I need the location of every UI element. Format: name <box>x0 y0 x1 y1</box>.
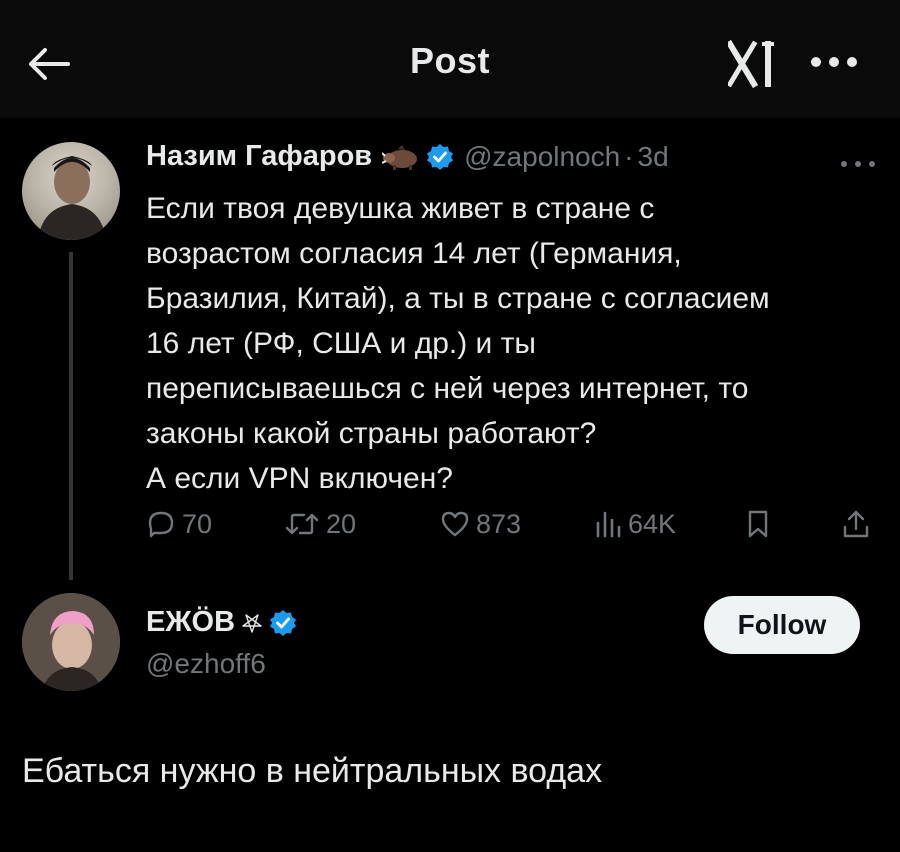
repost-count: 20 <box>326 508 357 539</box>
views-button[interactable]: 64K <box>594 502 676 546</box>
verified-badge-icon <box>427 143 454 170</box>
x-logo-icon[interactable] <box>725 38 786 90</box>
repost-button[interactable]: 20 <box>284 502 356 546</box>
repost-icon <box>285 513 319 535</box>
post-time[interactable]: 3d <box>638 141 669 173</box>
post-text-line: возрастом согласия 14 лет (Германия, <box>146 237 682 270</box>
thread-line <box>69 252 73 580</box>
pentagram-icon <box>242 613 262 633</box>
post-text: Если твоя девушка живет в стране с возра… <box>146 186 876 501</box>
reply-icon <box>148 511 174 538</box>
avatar[interactable] <box>22 142 120 240</box>
reply-button[interactable]: 70 <box>146 502 212 546</box>
author-name[interactable]: Назим Гафаров <box>146 140 372 173</box>
post-text-line: 16 лет (РФ, США и др.) и ты <box>146 327 536 360</box>
more-horizontal-icon <box>811 57 857 67</box>
post-text-line: переписываешься с ней через интернет, то <box>146 372 749 405</box>
avatar[interactable] <box>22 593 120 691</box>
top-bar: Post <box>0 0 900 118</box>
post-text-line: законы какой страны работают? <box>146 417 597 450</box>
share-button[interactable] <box>842 502 876 546</box>
separator-dot: · <box>624 140 634 172</box>
post-text-line: А если VPN включен? <box>146 462 453 495</box>
more-horizontal-icon <box>841 161 875 167</box>
reply-count: 70 <box>182 508 213 539</box>
post-text-line: Бразилия, Китай), а ты в стране с соглас… <box>146 282 770 315</box>
post-actions: 70 20 873 64K <box>146 502 886 546</box>
author-handle[interactable]: @zapolnoch <box>464 141 620 173</box>
heart-icon <box>441 511 469 537</box>
reply-post-text: Ебаться нужно в нейтральных водах <box>22 752 603 790</box>
author-row: Назим Гафаров @zapolnoch · 3d <box>146 140 669 173</box>
verified-badge-icon <box>270 609 297 636</box>
share-icon <box>843 510 869 538</box>
bookmark-icon <box>748 510 768 538</box>
follow-button[interactable]: Follow <box>704 596 860 654</box>
like-count: 873 <box>476 508 522 539</box>
post-text-line: Если твоя девушка живет в стране с <box>146 192 655 225</box>
like-button[interactable]: 873 <box>440 502 521 546</box>
analytics-icon <box>596 511 621 538</box>
post-more-button[interactable] <box>828 150 888 178</box>
reply-author-handle[interactable]: @ezhoff6 <box>146 648 266 680</box>
bookmark-button[interactable] <box>746 502 776 546</box>
views-count: 64K <box>628 508 677 539</box>
boar-emoji-icon <box>382 144 418 170</box>
reply-author-name[interactable]: ЕЖÖВ <box>146 606 235 639</box>
more-options-button[interactable] <box>806 44 862 80</box>
reply-author-row: ЕЖÖВ <box>146 606 297 639</box>
